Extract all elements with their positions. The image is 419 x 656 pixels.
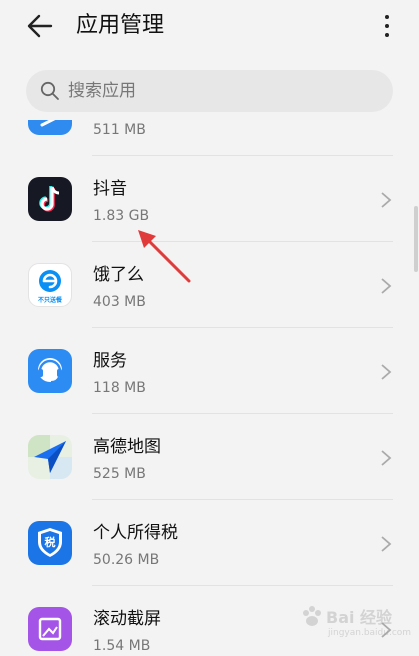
app-size: 403 MB	[93, 294, 146, 310]
app-name: 个人所得税	[93, 523, 178, 543]
app-size: 511 MB	[93, 122, 146, 138]
app-header: 应用管理	[0, 0, 419, 58]
chevron-right-icon	[381, 364, 392, 380]
chevron-right-icon	[381, 192, 392, 208]
search-icon	[40, 81, 59, 100]
tax-shield-icon: 税	[28, 521, 72, 565]
app-size: 50.26 MB	[93, 552, 160, 568]
douyin-icon	[28, 177, 72, 221]
app-name: 抖音	[93, 179, 127, 199]
icon-caption: 不只送餐	[37, 297, 62, 304]
paw-icon	[303, 606, 321, 626]
list-item[interactable]: 服务 118 MB	[0, 328, 419, 414]
app-list: 511 MB 抖音 1.83 GB 不只送餐 饿了么 403 MB 服务 118…	[0, 120, 419, 656]
scroll-screenshot-icon	[28, 607, 72, 651]
list-item[interactable]: 抖音 1.83 GB	[0, 156, 419, 242]
app-name: 滚动截屏	[93, 609, 161, 629]
page-title: 应用管理	[76, 13, 165, 38]
search-bar[interactable]	[26, 70, 393, 112]
partial-app-icon	[28, 120, 72, 135]
watermark-url: jingyan.baidu.com	[328, 628, 412, 638]
list-item[interactable]: 税 个人所得税 50.26 MB	[0, 500, 419, 586]
app-size: 525 MB	[93, 466, 146, 482]
app-name: 高德地图	[93, 437, 161, 457]
arrow-left-icon[interactable]	[26, 12, 54, 40]
app-size: 118 MB	[93, 380, 146, 396]
more-vertical-icon[interactable]	[380, 12, 394, 42]
app-size: 1.54 MB	[93, 638, 151, 654]
scrollbar[interactable]	[414, 206, 418, 272]
list-item[interactable]: 不只送餐 饿了么 403 MB	[0, 242, 419, 328]
red-arrow-icon	[138, 230, 191, 283]
search-input[interactable]	[68, 79, 368, 103]
service-headset-icon	[28, 349, 72, 393]
list-item[interactable]: 511 MB	[0, 120, 419, 156]
chevron-right-icon	[381, 450, 392, 466]
eleme-icon: 不只送餐	[28, 263, 72, 307]
icon-caption: 税	[44, 536, 56, 549]
watermark: Bai 经验 jingyan.baidu.com	[300, 598, 412, 648]
chevron-right-icon	[381, 536, 392, 552]
app-size: 1.83 GB	[93, 208, 150, 224]
list-item[interactable]: 高德地图 525 MB	[0, 414, 419, 500]
chevron-right-icon	[381, 278, 392, 294]
watermark-text: Bai 经验	[326, 608, 393, 627]
app-name: 服务	[93, 351, 127, 371]
amap-icon	[28, 435, 72, 479]
